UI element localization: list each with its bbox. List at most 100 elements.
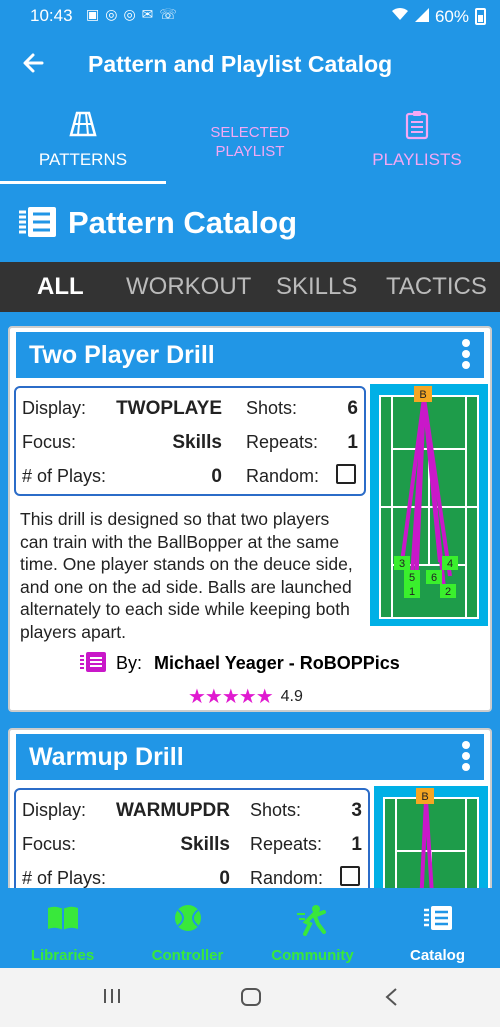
pattern-description: This drill is designed so that two playe… bbox=[20, 509, 353, 642]
author-name: Michael Yeager - RoBOPPics bbox=[154, 653, 400, 673]
instagram-icon: ◎ bbox=[105, 6, 118, 22]
tab-playlists[interactable]: PLAYLISTS bbox=[334, 96, 500, 184]
nav-catalog[interactable]: Catalog bbox=[375, 888, 500, 968]
tab-patterns-label: PATTERNS bbox=[38, 150, 128, 169]
instagram-icon-2: ◎ bbox=[123, 6, 136, 22]
court-icon bbox=[69, 110, 97, 143]
app-bar: Pattern and Playlist Catalog bbox=[0, 32, 500, 96]
wifi-icon bbox=[391, 6, 409, 27]
author-by-label: By: bbox=[116, 653, 143, 673]
arrow-left-icon bbox=[23, 53, 44, 73]
tab-selected-playlist[interactable]: SELECTED PLAYLIST bbox=[166, 96, 334, 184]
catalog-icon bbox=[422, 904, 454, 937]
display-value: WARMUPDR bbox=[116, 800, 230, 821]
court-marker: 6 bbox=[431, 572, 437, 584]
page-title: Pattern and Playlist Catalog bbox=[88, 51, 393, 77]
focus-label: Focus: bbox=[22, 834, 77, 854]
status-right: 60% bbox=[391, 6, 486, 27]
card-header: Two Player Drill bbox=[16, 332, 484, 378]
tab-selected-line2: PLAYLIST bbox=[215, 143, 285, 160]
message-icon: ▣ bbox=[86, 6, 100, 22]
nav-community[interactable]: Community bbox=[250, 888, 375, 968]
author-icon bbox=[78, 650, 108, 679]
filter-skills[interactable]: SKILLS bbox=[276, 273, 357, 301]
tab-patterns[interactable]: PATTERNS bbox=[0, 96, 166, 184]
court-marker: 2 bbox=[445, 586, 451, 598]
focus-value: Skills bbox=[172, 432, 222, 453]
display-value: TWOPLAYE bbox=[116, 398, 222, 419]
shots-label: Shots: bbox=[250, 800, 302, 820]
focus-value: Skills bbox=[180, 834, 230, 855]
display-label: Display: bbox=[22, 398, 87, 418]
book-icon bbox=[46, 904, 80, 937]
battery-percent: 60% bbox=[434, 6, 469, 26]
court-marker: 4 bbox=[447, 558, 453, 570]
pattern-list[interactable]: Two Player Drill Display: TWOPLAYE Shots… bbox=[0, 312, 500, 888]
nav-libraries-label: Libraries bbox=[30, 947, 95, 964]
nav-community-label: Community bbox=[271, 947, 354, 964]
tab-selected-playlist-label: SELECTED PLAYLIST bbox=[166, 123, 334, 161]
pattern-card[interactable]: Warmup Drill Display: WARMUPDR Shots: 3 … bbox=[8, 728, 492, 888]
random-checkbox[interactable] bbox=[340, 866, 360, 886]
player-icon bbox=[296, 904, 330, 941]
filter-all[interactable]: ALL bbox=[37, 273, 84, 301]
card-title: Warmup Drill bbox=[29, 743, 184, 771]
repeats-label: Repeats: bbox=[246, 432, 319, 452]
plays-label: # of Plays: bbox=[22, 868, 107, 888]
random-checkbox[interactable] bbox=[336, 464, 356, 484]
section-header: Pattern Catalog bbox=[0, 184, 500, 262]
more-options-button[interactable] bbox=[460, 338, 472, 372]
repeats-label: Repeats: bbox=[250, 834, 323, 854]
shots-value: 6 bbox=[347, 398, 358, 419]
court-origin: B bbox=[419, 389, 426, 401]
pattern-card[interactable]: Two Player Drill Display: TWOPLAYE Shots… bbox=[8, 326, 492, 712]
home-button[interactable] bbox=[240, 986, 262, 1013]
rating: ★★★★★ 4.9 bbox=[188, 684, 303, 709]
star-rating-icon: ★★★★★ bbox=[188, 686, 274, 708]
tab-playlists-label: PLAYLISTS bbox=[372, 150, 462, 169]
tab-bar: PATTERNS SELECTED PLAYLIST PLAYLISTS bbox=[0, 96, 500, 184]
tennis-ball-icon bbox=[174, 904, 202, 937]
tab-selected-line1: SELECTED bbox=[210, 124, 290, 141]
nav-controller[interactable]: Controller bbox=[125, 888, 250, 968]
court-marker: 1 bbox=[409, 586, 415, 598]
recent-apps-button[interactable] bbox=[102, 986, 122, 1011]
notification-icons: ▣ ◎ ◎ ✉ ☏ bbox=[86, 6, 177, 23]
pattern-info-box: Display: WARMUPDR Shots: 3 Focus: Skills… bbox=[14, 788, 370, 888]
court-marker: 3 bbox=[399, 558, 405, 570]
shots-label: Shots: bbox=[246, 398, 298, 418]
recent-apps-icon bbox=[104, 989, 120, 1003]
battery-icon bbox=[475, 8, 486, 25]
court-marker: 5 bbox=[409, 572, 415, 584]
plays-value: 0 bbox=[219, 868, 230, 888]
pattern-info-box: Display: TWOPLAYE Shots: 6 Focus: Skills… bbox=[14, 386, 366, 496]
back-button[interactable] bbox=[18, 46, 52, 80]
nav-libraries[interactable]: Libraries bbox=[0, 888, 125, 968]
shots-value: 3 bbox=[351, 800, 362, 821]
more-vert-icon bbox=[460, 741, 472, 771]
signal-icon bbox=[414, 7, 429, 27]
status-bar: 10:43 ▣ ◎ ◎ ✉ ☏ 60% bbox=[0, 0, 500, 32]
chevron-left-icon bbox=[385, 988, 397, 1006]
nav-controller-label: Controller bbox=[151, 947, 224, 964]
plays-label: # of Plays: bbox=[22, 466, 107, 486]
court-origin: B bbox=[421, 791, 428, 803]
nav-catalog-label: Catalog bbox=[409, 947, 465, 964]
more-options-button[interactable] bbox=[460, 740, 472, 774]
more-vert-icon bbox=[460, 339, 472, 369]
card-title: Two Player Drill bbox=[29, 341, 215, 369]
court-diagram: B 3 5 1 6 4 2 bbox=[370, 384, 488, 626]
status-time: 10:43 bbox=[30, 6, 73, 25]
filter-tactics[interactable]: TACTICS bbox=[386, 273, 487, 301]
plays-value: 0 bbox=[211, 466, 222, 487]
random-label: Random: bbox=[250, 868, 324, 888]
clipboard-icon bbox=[405, 110, 429, 145]
bottom-navigation: Libraries Controller Community Catalog bbox=[0, 888, 500, 968]
repeats-value: 1 bbox=[351, 834, 362, 855]
system-navigation-bar bbox=[0, 968, 500, 1027]
filter-workout[interactable]: WORKOUT bbox=[126, 273, 251, 301]
display-label: Display: bbox=[22, 800, 87, 820]
court-diagram: B bbox=[374, 786, 488, 888]
phone-icon: ☏ bbox=[159, 6, 177, 22]
back-system-button[interactable] bbox=[382, 986, 402, 1013]
